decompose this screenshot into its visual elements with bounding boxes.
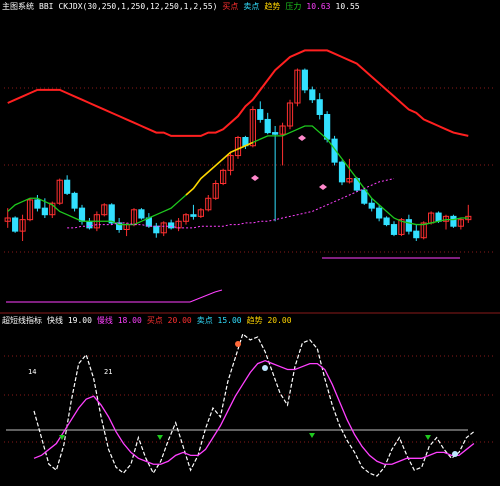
slow-line xyxy=(33,359,475,465)
candle-body xyxy=(450,215,457,227)
header-item: 卖点 15.00 xyxy=(196,316,242,325)
header-item: 主图系统 xyxy=(2,2,34,11)
signal-dot-icon xyxy=(452,451,458,457)
header-item: 买点 20.00 xyxy=(146,316,192,325)
signal-marker xyxy=(251,175,259,181)
candle-body xyxy=(309,89,316,101)
candle-body xyxy=(64,179,71,194)
reference-line-rise xyxy=(189,289,223,303)
candle-body xyxy=(71,192,78,209)
candle-body xyxy=(86,220,93,229)
sell-arrow-icon xyxy=(309,433,315,438)
candle-body xyxy=(413,230,420,239)
candle-body xyxy=(168,222,175,229)
candle-body xyxy=(138,209,145,219)
signal-dot-icon xyxy=(262,365,268,371)
annotation-label: 21 xyxy=(104,368,112,376)
candle-body xyxy=(264,118,271,134)
candle-body xyxy=(405,219,412,232)
candle-body xyxy=(435,212,442,222)
candle-body xyxy=(324,114,331,140)
header-item: BBI xyxy=(39,2,54,11)
header-item: 慢线 18.00 xyxy=(96,316,142,325)
candle-body xyxy=(190,214,197,217)
fast-line xyxy=(33,332,475,477)
header-item: 买点 xyxy=(222,2,239,11)
candle-body xyxy=(272,132,279,135)
main-price-chart[interactable] xyxy=(4,49,472,303)
candle-body xyxy=(390,224,398,235)
chart-canvas: 14 21 xyxy=(0,49,500,477)
bbi-line xyxy=(7,49,469,137)
candle-body xyxy=(376,207,383,219)
candle-body xyxy=(361,189,368,204)
header-item: 10.63 xyxy=(306,2,331,11)
candle-body xyxy=(41,207,48,216)
sell-arrow-icon xyxy=(425,435,431,440)
candle-body xyxy=(12,217,19,232)
header-item: 趋势 xyxy=(264,2,281,11)
envelope-line xyxy=(67,178,395,229)
signal-dot-icon xyxy=(235,341,241,347)
header-item: 10.55 xyxy=(335,2,360,11)
candle-body xyxy=(338,161,346,183)
signal-marker xyxy=(319,184,327,190)
candle-body xyxy=(108,204,115,224)
header-item: 快线 19.00 xyxy=(47,316,92,325)
candle-body xyxy=(316,99,323,116)
candle-body xyxy=(257,109,264,120)
main-chart-header: 主图系统 BBI CKJDX(30,250,1,250,12,250,1,2,55)… xyxy=(2,1,498,12)
header-item: 压力 xyxy=(285,2,302,11)
ckjdx-rise-segment xyxy=(185,141,254,196)
header-item: 卖点 xyxy=(243,2,260,11)
annotation-label: 14 xyxy=(28,368,36,376)
oscillator-chart[interactable]: 14 21 xyxy=(6,332,475,477)
signal-marker xyxy=(298,135,306,141)
header-item: 超短线指标 xyxy=(2,316,42,325)
oscillator-header: 超短线指标 快线 19.00 慢线 18.00 买点 20.00 卖点 15.00 趋势 … xyxy=(2,315,498,326)
candle-body xyxy=(301,69,308,91)
sell-arrow-icon xyxy=(157,435,163,440)
header-item: 趋势 20.00 xyxy=(246,316,292,325)
candle-body xyxy=(34,199,41,209)
candle-body xyxy=(368,202,375,209)
candle-body xyxy=(78,207,86,222)
candle-body xyxy=(383,217,390,226)
header-item: CKJDX(30,250,1,250,12,250,1,2,55) xyxy=(58,2,218,11)
candle-body xyxy=(153,225,160,234)
